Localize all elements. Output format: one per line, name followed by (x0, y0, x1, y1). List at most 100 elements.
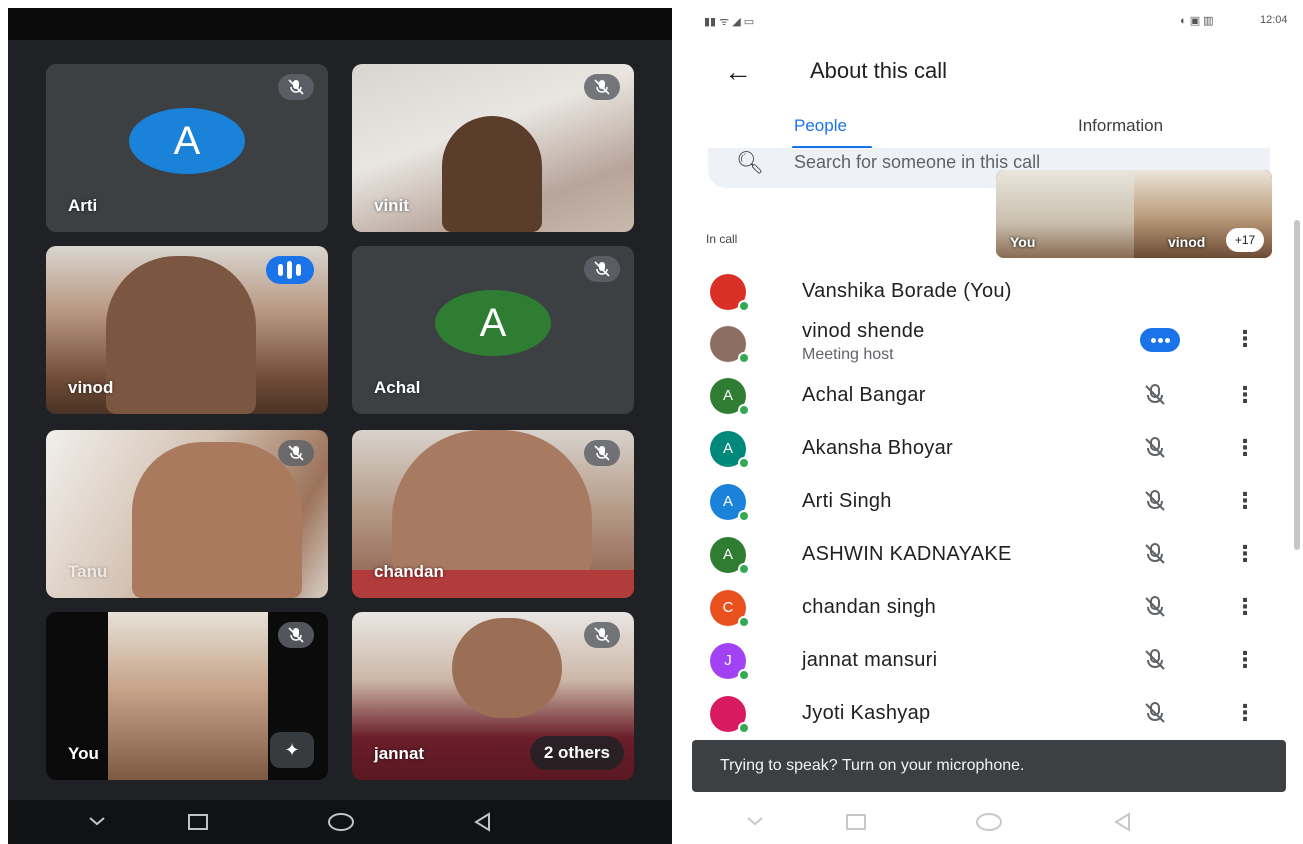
participant-tile-tanu[interactable]: Tanu (46, 430, 328, 598)
participant-row[interactable]: Jyoti Kashyap ⋮ (680, 688, 1303, 742)
pip-other-label: vinod (1168, 234, 1206, 250)
participant-name: jannat (374, 744, 425, 763)
mic-off-icon (1142, 700, 1168, 731)
online-dot (738, 352, 750, 364)
online-dot (738, 300, 750, 312)
video-feed (392, 430, 592, 580)
participant-tile-vinit[interactable]: vinit (352, 64, 634, 232)
mic-off-icon (584, 74, 620, 100)
snackbar-toast: Trying to speak? Turn on your microphone… (692, 740, 1286, 792)
participant-tile-chandan[interactable]: chandan (352, 430, 634, 598)
section-label: In call (706, 232, 738, 246)
mic-off-icon (584, 622, 620, 648)
signal-icons: ▮▮ ᯤ ◢ ▭ (704, 16, 755, 28)
speaking-indicator-icon (1140, 328, 1180, 352)
home-icon[interactable] (326, 810, 356, 839)
participant-row[interactable]: A Arti Singh ⋮ (680, 476, 1303, 530)
effects-button[interactable]: ✦ (270, 732, 314, 768)
meeting-grid-screen: A Arti vinit vinod A Achal Tanu chandan … (8, 8, 672, 844)
participant-name: Vanshika Borade (You) (802, 280, 1012, 302)
more-options-icon[interactable]: ⋮ (1234, 382, 1256, 408)
online-dot (738, 722, 750, 734)
participant-name: Tanu (68, 562, 108, 581)
more-options-icon[interactable]: ⋮ (1234, 700, 1256, 726)
top-bar (8, 8, 672, 40)
video-feed (442, 116, 542, 232)
mic-off-icon (1142, 541, 1168, 572)
participant-row[interactable]: A Achal Bangar ⋮ (680, 370, 1303, 424)
avatar: A (435, 290, 551, 356)
participant-count-badge: +17 (1226, 228, 1264, 252)
participant-tile-vinod[interactable]: vinod (46, 246, 328, 414)
recents-icon[interactable] (844, 810, 868, 839)
status-time: 12:04 (1260, 14, 1288, 26)
home-icon[interactable] (974, 810, 1004, 839)
more-options-icon[interactable]: ⋮ (1234, 647, 1256, 673)
chevron-down-icon[interactable] (86, 810, 108, 837)
recents-icon[interactable] (186, 810, 210, 839)
more-options-icon[interactable]: ⋮ (1234, 326, 1256, 352)
participant-tile-arti[interactable]: A Arti (46, 64, 328, 232)
mic-off-icon (584, 256, 620, 282)
participant-row[interactable]: A Akansha Bhoyar ⋮ (680, 423, 1303, 477)
more-options-icon[interactable]: ⋮ (1234, 594, 1256, 620)
video-feed (452, 618, 562, 718)
back-arrow-icon[interactable]: ← (724, 56, 752, 88)
mic-off-icon (584, 440, 620, 466)
status-icons: ◐ ▣ ▥ (1180, 15, 1214, 27)
mic-off-icon (278, 622, 314, 648)
online-dot (738, 563, 750, 575)
back-icon[interactable] (1110, 810, 1134, 839)
participant-name: Jyoti Kashyap (802, 702, 931, 724)
picture-in-picture-preview[interactable]: You vinod +17 (996, 170, 1272, 258)
more-options-icon[interactable]: ⋮ (1234, 435, 1256, 461)
participant-name: Achal (374, 378, 421, 397)
participant-row[interactable]: C chandan singh ⋮ (680, 582, 1303, 636)
participant-name: vinit (374, 196, 409, 215)
mic-off-icon (1142, 647, 1168, 678)
mic-off-icon (1142, 382, 1168, 413)
participant-name: jannat mansuri (802, 649, 938, 671)
more-options-icon[interactable]: ⋮ (1234, 541, 1256, 567)
video-feed (132, 442, 302, 598)
more-options-icon[interactable]: ⋮ (1234, 488, 1256, 514)
mic-off-icon (278, 74, 314, 100)
online-dot (738, 404, 750, 416)
participant-row[interactable]: vinod shende Meeting host ⋮ (680, 318, 1303, 372)
participant-tile-self[interactable]: ✦ You (46, 612, 328, 780)
participant-name: chandan (374, 562, 444, 581)
mic-off-icon (1142, 435, 1168, 466)
video-feed (106, 256, 256, 414)
online-dot (738, 510, 750, 522)
about-call-screen: ▮▮ ᯤ ◢ ▭ ◐ ▣ ▥ 12:04 ← About this call P… (680, 0, 1303, 844)
participant-row[interactable]: J jannat mansuri ⋮ (680, 635, 1303, 689)
chevron-down-icon[interactable] (744, 810, 766, 837)
participant-name: chandan singh (802, 596, 937, 618)
participant-row[interactable]: Vanshika Borade (You) (680, 266, 1303, 320)
video-feed (108, 612, 268, 780)
participant-row[interactable]: A ASHWIN KADNAYAKE ⋮ (680, 529, 1303, 583)
back-icon[interactable] (470, 810, 494, 839)
participant-name: vinod (68, 378, 114, 397)
page-title: About this call (810, 58, 947, 83)
avatar: A (129, 108, 245, 174)
pip-self-label: You (1010, 234, 1036, 250)
mic-off-icon (1142, 594, 1168, 625)
participant-role: Meeting host (802, 346, 894, 363)
online-dot (738, 457, 750, 469)
participant-name: Arti (68, 196, 98, 215)
participant-name: Arti Singh (802, 490, 892, 512)
online-dot (738, 616, 750, 628)
scrollbar[interactable] (1294, 220, 1300, 550)
search-icon: 🔍︎ (736, 150, 764, 175)
participant-tile-jannat[interactable]: jannat 2 others (352, 612, 634, 780)
participant-name: vinod shende (802, 320, 925, 342)
participant-name: Achal Bangar (802, 384, 926, 406)
others-chip[interactable]: 2 others (529, 736, 624, 770)
participant-tile-achal[interactable]: A Achal (352, 246, 634, 414)
speaking-indicator-icon (266, 256, 314, 284)
participant-name: You (68, 744, 99, 763)
system-nav-bar (8, 800, 672, 844)
tab-people[interactable]: People (794, 116, 847, 136)
tab-information[interactable]: Information (1078, 116, 1163, 136)
